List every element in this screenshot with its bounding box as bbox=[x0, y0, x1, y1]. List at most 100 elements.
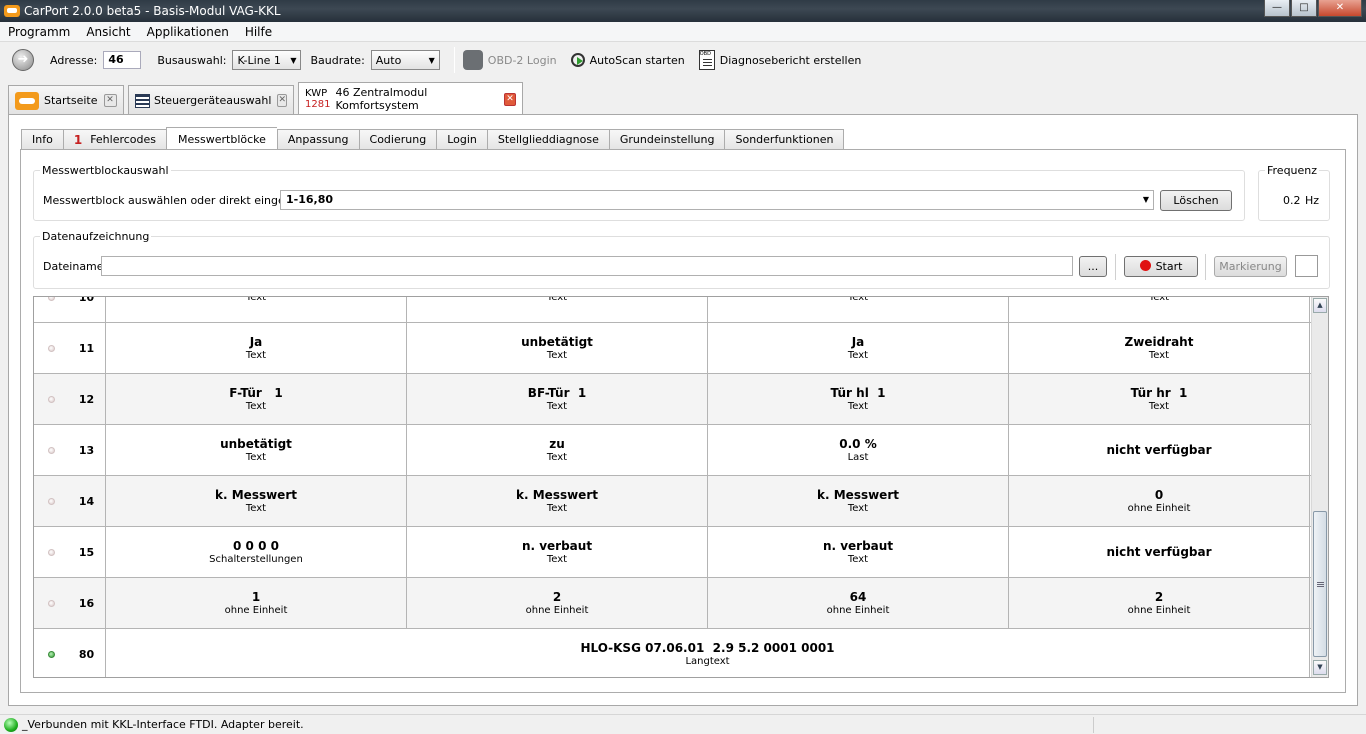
baud-select[interactable]: Auto ▼ bbox=[370, 50, 440, 70]
table-row[interactable]: 16 1 ohne Einheit 2 ohne Einheit 64 ohne Einhe… bbox=[34, 578, 1313, 629]
value-cell: Text bbox=[106, 297, 407, 322]
tab-steuergeraeteauswahl[interactable]: Steuergeräteauswahl ✕ bbox=[128, 85, 294, 115]
block-number: 13 bbox=[68, 425, 106, 475]
value-cell: Zweidraht Text bbox=[1009, 323, 1310, 373]
measured-value: Tür hl 1 bbox=[830, 385, 886, 400]
tab-sonderfunktionen-label: Sonderfunktionen bbox=[735, 133, 834, 146]
close-tab-icon[interactable]: ✕ bbox=[103, 94, 117, 107]
status-dot-icon bbox=[47, 446, 55, 454]
bus-select[interactable]: K-Line 1 ▼ bbox=[232, 50, 302, 70]
table-row[interactable]: 10 Text Text Text Text bbox=[34, 297, 1313, 323]
status-bar: _Verbunden mit KKL-Interface FTDI. Adapt… bbox=[0, 714, 1366, 734]
start-recording-button[interactable]: Start bbox=[1124, 256, 1198, 277]
mark-button[interactable]: Markierung bbox=[1214, 256, 1287, 277]
tab-login[interactable]: Login bbox=[436, 129, 487, 150]
chevron-down-icon: ▼ bbox=[290, 55, 297, 65]
table-row[interactable]: 14 k. Messwert Text k. Messwert Text k. Messw… bbox=[34, 476, 1313, 527]
measured-value: 0 bbox=[1154, 487, 1164, 502]
value-cell: zu Text bbox=[407, 425, 708, 475]
report-label: Diagnosebericht erstellen bbox=[719, 53, 862, 67]
table-row[interactable]: 12 F-Tür 1 Text BF-Tür 1 Text Tür hl 1 Text Tür… bbox=[34, 374, 1313, 425]
value-cell: k. Messwert Text bbox=[407, 476, 708, 526]
start-recording-label: Start bbox=[1155, 260, 1183, 273]
measured-unit: Last bbox=[847, 451, 869, 463]
file-name-label: Dateiname bbox=[43, 260, 104, 273]
value-cell: nicht verfügbar bbox=[1009, 527, 1310, 577]
chevron-down-icon: ▼ bbox=[428, 55, 435, 65]
obd-login-label: OBD-2 Login bbox=[487, 53, 557, 67]
connect-arrow-icon[interactable]: ➜ bbox=[12, 49, 34, 71]
table-row[interactable]: 15 0 0 0 0 Schalterstellungen n. verbaut Tex… bbox=[34, 527, 1313, 578]
tab-startseite[interactable]: Startseite ✕ bbox=[8, 85, 124, 115]
block-select-group: Messwertblockauswahl Messwertblock auswä… bbox=[33, 164, 1245, 221]
measured-value: n. verbaut bbox=[822, 538, 894, 553]
tab-grundeinstellung[interactable]: Grundeinstellung bbox=[608, 129, 725, 150]
menu-applikationen[interactable]: Applikationen bbox=[139, 25, 237, 39]
obd-login-button[interactable]: OBD-2 Login bbox=[462, 50, 557, 70]
menu-programm[interactable]: Programm bbox=[0, 25, 78, 39]
row-status-cell bbox=[34, 323, 68, 373]
status-dot-icon bbox=[47, 650, 55, 658]
maximize-icon[interactable]: □ bbox=[1291, 0, 1317, 17]
value-cell: HLO-KSG 07.06.01 2.9 5.2 0001 0001 Langte… bbox=[106, 629, 1310, 677]
row-status-cell bbox=[34, 297, 68, 322]
measured-unit: Text bbox=[847, 400, 869, 412]
measured-unit: ohne Einheit bbox=[224, 604, 288, 616]
tab-info[interactable]: Info bbox=[21, 129, 63, 150]
tab-anpassung-label: Anpassung bbox=[287, 133, 349, 146]
menu-ansicht[interactable]: Ansicht bbox=[78, 25, 138, 39]
tab-messwertbloecke[interactable]: Messwertblöcke bbox=[166, 127, 277, 150]
scroll-thumb[interactable] bbox=[1313, 511, 1327, 657]
block-select-combo[interactable]: 1-16,80 ▼ bbox=[280, 190, 1154, 210]
menu-hilfe[interactable]: Hilfe bbox=[237, 25, 280, 39]
close-icon[interactable]: ✕ bbox=[1318, 0, 1362, 17]
measured-unit: Text bbox=[546, 553, 568, 565]
table-row[interactable]: 80 HLO-KSG 07.06.01 2.9 5.2 0001 0001 Lang… bbox=[34, 629, 1313, 677]
window-title: CarPort 2.0.0 beta5 - Basis-Modul VAG-KK… bbox=[24, 4, 281, 18]
status-dot-icon bbox=[47, 548, 55, 556]
autoscan-button[interactable]: AutoScan starten bbox=[570, 53, 685, 67]
file-name-input[interactable] bbox=[101, 256, 1073, 276]
report-button[interactable]: Diagnosebericht erstellen bbox=[698, 50, 862, 70]
table-row[interactable]: 13 unbetätigt Text zu Text 0.0 % Last nicht ver… bbox=[34, 425, 1313, 476]
mark-color-box[interactable] bbox=[1295, 255, 1318, 277]
minimize-icon[interactable]: — bbox=[1264, 0, 1290, 17]
measured-value: k. Messwert bbox=[215, 487, 297, 502]
block-number: 16 bbox=[68, 578, 106, 628]
value-cell: Tür hr 1 Text bbox=[1009, 374, 1310, 424]
tab-zentralmodul-label: 46 Zentralmodul Komfortsystem bbox=[335, 86, 428, 112]
row-status-cell bbox=[34, 425, 68, 475]
measured-unit: Schalterstellungen bbox=[209, 553, 303, 565]
clear-button[interactable]: Löschen bbox=[1160, 190, 1232, 211]
tab-sonderfunktionen[interactable]: Sonderfunktionen bbox=[724, 129, 845, 150]
measured-value: k. Messwert bbox=[516, 487, 598, 502]
window-controls: — □ ✕ bbox=[1263, 0, 1362, 17]
measured-value: 2 bbox=[552, 589, 562, 604]
value-cell: Ja Text bbox=[708, 323, 1009, 373]
value-cell: n. verbaut Text bbox=[708, 527, 1009, 577]
tab-stellglieddiagnose[interactable]: Stellglieddiagnose bbox=[486, 129, 609, 150]
address-input[interactable]: 46 bbox=[103, 51, 142, 69]
close-tab-icon[interactable]: ✕ bbox=[277, 94, 287, 107]
close-tab-icon[interactable]: ✕ bbox=[504, 92, 516, 106]
table-row[interactable]: 11 Ja Text unbetätigt Text Ja Text Zweidraht Tex… bbox=[34, 323, 1313, 374]
row-status-cell bbox=[34, 578, 68, 628]
status-dot-icon bbox=[47, 297, 55, 301]
scroll-up-icon[interactable]: ▲ bbox=[1313, 298, 1327, 313]
tab-codierung[interactable]: Codierung bbox=[358, 129, 437, 150]
tab-anpassung[interactable]: Anpassung bbox=[276, 129, 359, 150]
measured-unit: Text bbox=[245, 502, 267, 514]
browse-button[interactable]: ... bbox=[1079, 256, 1107, 277]
measured-value: k. Messwert bbox=[817, 487, 899, 502]
tab-info-label: Info bbox=[32, 133, 53, 146]
vertical-scrollbar[interactable]: ▲ ▼ bbox=[1311, 297, 1328, 677]
tab-zentralmodul[interactable]: KWP 1281 46 Zentralmodul Komfortsystem ✕ bbox=[298, 82, 523, 115]
scroll-down-icon[interactable]: ▼ bbox=[1313, 660, 1327, 675]
block-number: 12 bbox=[68, 374, 106, 424]
measured-value: nicht verfügbar bbox=[1106, 443, 1212, 457]
measured-value: unbetätigt bbox=[521, 334, 593, 349]
magnifier-play-icon bbox=[570, 53, 585, 67]
baud-select-value: Auto bbox=[375, 53, 402, 67]
measured-value: BF-Tür 1 bbox=[527, 385, 587, 400]
tab-fehlercodes[interactable]: 1 Fehlercodes bbox=[62, 129, 167, 150]
